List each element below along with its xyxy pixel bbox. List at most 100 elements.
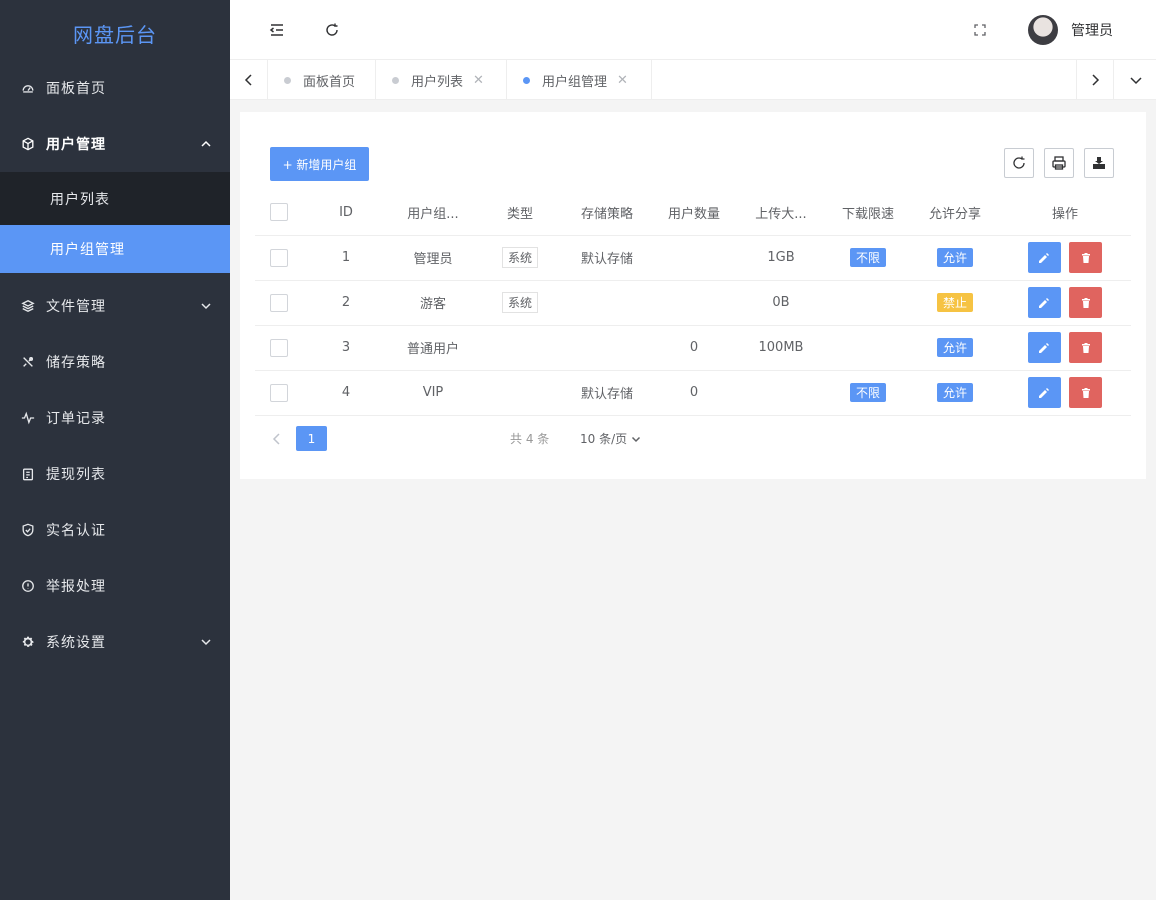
tab-label: 用户列表 — [411, 74, 464, 90]
sidebar-item-label: 系统设置 — [46, 635, 106, 651]
sidebar-item-storage-policy[interactable]: 储存策略 — [0, 334, 230, 390]
row-checkbox[interactable] — [270, 338, 288, 357]
sidebar-item-label: 用户管理 — [46, 137, 106, 153]
row-select-cell — [255, 370, 303, 416]
tab-user-list[interactable]: 用户列表 ✕ — [376, 60, 507, 100]
sidebar-item-label: 文件管理 — [46, 299, 106, 315]
sidebar-item-label: 实名认证 — [46, 523, 106, 539]
delete-button[interactable] — [1069, 287, 1103, 318]
table-header-row: ID 用户组... 类型 存储策略 用户数量 上传大... 下载限速 允许分享 … — [255, 190, 1131, 236]
sidebar-item-label: 提现列表 — [46, 467, 106, 483]
select-all-cell — [255, 190, 303, 236]
export-button[interactable] — [1084, 148, 1114, 178]
chevron-up-icon — [200, 138, 212, 150]
column-header[interactable]: 存储策略 — [563, 190, 651, 236]
cell-share-wrap: 允许 — [911, 370, 999, 416]
row-checkbox[interactable] — [270, 293, 288, 312]
cube-icon — [20, 136, 36, 152]
cell-users: 0 — [651, 370, 737, 416]
cell-id: 3 — [303, 325, 389, 371]
edit-button[interactable] — [1027, 377, 1061, 408]
page-size-value: 10 条/页 — [580, 432, 628, 446]
edit-button[interactable] — [1027, 242, 1061, 273]
tabs-dropdown-icon[interactable] — [1116, 60, 1156, 100]
cell-id: 2 — [303, 280, 389, 326]
download-tag: 不限 — [849, 383, 886, 402]
pencil-icon — [1039, 387, 1050, 398]
sidebar-item-user-group-management[interactable]: 用户组管理 — [0, 225, 230, 273]
delete-button[interactable] — [1069, 332, 1103, 363]
menu-fold-icon[interactable] — [267, 20, 287, 40]
tabs-scroll-left-icon[interactable] — [230, 60, 268, 100]
row-checkbox[interactable] — [270, 383, 288, 402]
pulse-icon — [20, 410, 36, 426]
refresh-icon[interactable] — [322, 20, 342, 40]
avatar[interactable] — [1028, 15, 1058, 45]
cell-name: 普通用户 — [389, 325, 477, 371]
app-logo: 网盘后台 — [73, 22, 157, 47]
column-header[interactable]: ID — [303, 190, 389, 236]
delete-button[interactable] — [1069, 242, 1103, 273]
username[interactable]: 管理员 — [1071, 20, 1113, 40]
add-user-group-button[interactable]: + 新增用户组 — [270, 147, 369, 181]
tabs-scroll-right-icon[interactable] — [1076, 60, 1114, 100]
sidebar-item-orders[interactable]: 订单记录 — [0, 390, 230, 446]
fullscreen-icon[interactable] — [970, 20, 990, 40]
sidebar-item-dashboard[interactable]: 面板首页 — [0, 60, 230, 116]
column-header[interactable]: 用户组... — [389, 190, 477, 236]
row-select-cell — [255, 280, 303, 326]
tab-label: 面板首页 — [303, 74, 356, 90]
sidebar-item-label: 储存策略 — [46, 355, 106, 371]
select-all-checkbox[interactable] — [270, 203, 288, 222]
sidebar-item-reports[interactable]: 举报处理 — [0, 558, 230, 614]
column-header[interactable]: 下载限速 — [825, 190, 911, 236]
tab-dashboard[interactable]: 面板首页 — [268, 60, 376, 100]
column-header[interactable]: 允许分享 — [911, 190, 999, 236]
edit-button[interactable] — [1027, 332, 1061, 363]
chevron-left-icon[interactable] — [270, 432, 284, 446]
pagination-page[interactable]: 1 — [296, 426, 327, 451]
alert-circle-icon — [20, 578, 36, 594]
type-tag: 系统 — [501, 292, 538, 313]
sidebar-item-settings[interactable]: 系统设置 — [0, 614, 230, 670]
cell-id: 1 — [303, 235, 389, 281]
sidebar-item-verification[interactable]: 实名认证 — [0, 502, 230, 558]
delete-button[interactable] — [1069, 377, 1103, 408]
table-refresh-button[interactable] — [1004, 148, 1034, 178]
table-row: 4 VIP 默认存储 0 不限 允许 — [255, 370, 1131, 416]
cell-type — [477, 370, 563, 416]
tab-dot — [284, 76, 291, 84]
cell-actions — [999, 280, 1131, 326]
cell-upload: 0B — [737, 280, 825, 326]
row-checkbox[interactable] — [270, 248, 288, 267]
sidebar-item-file-management[interactable]: 文件管理 — [0, 278, 230, 334]
table-row: 1 管理员 系统 默认存储 1GB 不限 允许 — [255, 235, 1131, 281]
close-icon[interactable]: ✕ — [617, 73, 628, 88]
print-button[interactable] — [1044, 148, 1074, 178]
cell-actions — [999, 235, 1131, 281]
shield-check-icon — [20, 522, 36, 538]
cell-upload — [737, 370, 825, 416]
dashboard-icon — [20, 80, 36, 96]
pencil-icon — [1039, 297, 1050, 308]
top-header: 管理员 — [230, 0, 1156, 60]
trash-icon — [1081, 387, 1090, 398]
close-icon[interactable]: ✕ — [473, 73, 484, 88]
cell-actions — [999, 370, 1131, 416]
cell-upload: 1GB — [737, 235, 825, 281]
cell-download-wrap: 不限 — [825, 235, 911, 281]
column-header[interactable]: 类型 — [477, 190, 563, 236]
sidebar-item-user-list[interactable]: 用户列表 — [0, 172, 230, 225]
edit-button[interactable] — [1027, 287, 1061, 318]
column-header[interactable]: 上传大... — [737, 190, 825, 236]
tab-user-group-management[interactable]: 用户组管理 ✕ — [507, 60, 652, 100]
sidebar-item-user-management[interactable]: 用户管理 — [0, 116, 230, 172]
pencil-icon — [1039, 342, 1050, 353]
cell-name: VIP — [389, 370, 477, 416]
sidebar-item-withdrawals[interactable]: 提现列表 — [0, 446, 230, 502]
page-size-select[interactable]: 10 条/页 — [580, 430, 641, 447]
row-select-cell — [255, 325, 303, 371]
column-header[interactable]: 用户数量 — [651, 190, 737, 236]
cell-name: 游客 — [389, 280, 477, 326]
tab-dot — [392, 76, 399, 84]
